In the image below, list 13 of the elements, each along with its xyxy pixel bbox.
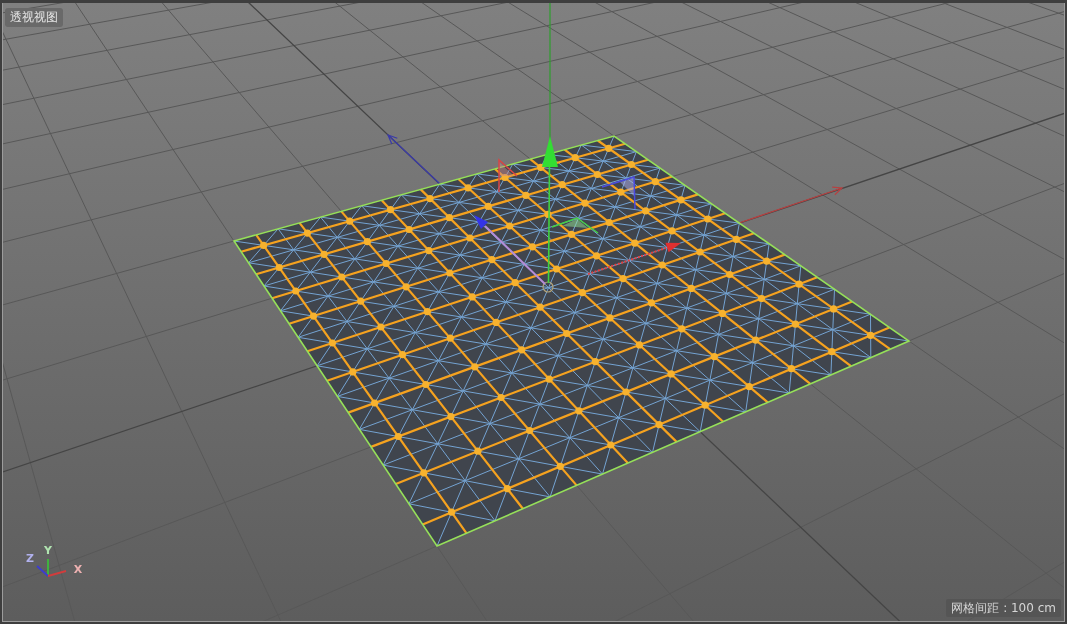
z-axis-line [386,134,441,185]
plane-handle[interactable] [601,176,636,210]
axis-label: X [73,563,83,576]
plane-handle[interactable] [498,158,518,193]
grid-spacing-label: 网格间距 : 100 cm [946,599,1061,617]
axis-label: Z [26,552,34,565]
z-axis-handle[interactable] [474,215,546,285]
origin-marker [542,281,554,293]
y-axis-handle[interactable] [542,3,558,284]
plane-handle[interactable] [551,217,599,234]
axis-label: Y [44,544,52,557]
x-axis-handle[interactable] [587,242,681,275]
view-title: 透视视图 [5,8,63,27]
